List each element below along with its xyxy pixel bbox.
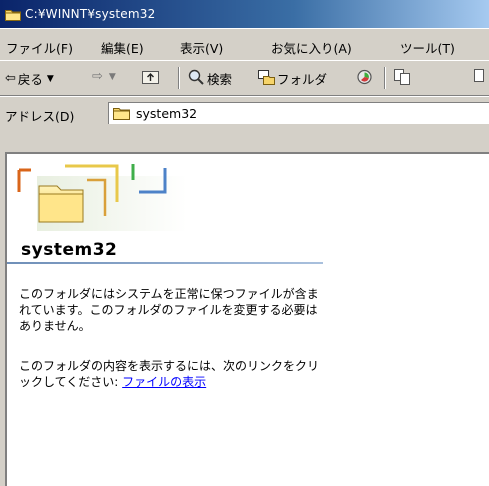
divider bbox=[7, 262, 323, 264]
window-title: C:¥WINNT¥system32 bbox=[25, 7, 156, 21]
history-icon bbox=[356, 69, 373, 88]
back-button[interactable]: ⇦ 戻る ▼ bbox=[5, 69, 54, 88]
up-button[interactable] bbox=[142, 69, 159, 87]
folders-button[interactable]: フォルダ bbox=[258, 69, 327, 88]
menu-favorites[interactable]: お気に入り(A) bbox=[271, 38, 352, 57]
toolbar: ⇦ 戻る ▼ ⇨ ▼ 検索 フォルダ bbox=[0, 60, 489, 96]
search-icon bbox=[188, 69, 205, 88]
menu-tools[interactable]: ツール(T) bbox=[400, 38, 455, 57]
menu-file[interactable]: ファイル(F) bbox=[6, 38, 73, 57]
search-button[interactable]: 検索 bbox=[188, 69, 232, 88]
forward-button[interactable]: ⇨ ▼ bbox=[92, 69, 116, 84]
copy-to-icon bbox=[474, 69, 484, 88]
back-label: 戻る bbox=[17, 72, 43, 87]
forward-arrow-icon: ⇨ bbox=[92, 69, 103, 84]
explorer-window: C:¥WINNT¥system32 ファイル(F) 編集(E) 表示(V) お気… bbox=[0, 0, 489, 486]
chevron-down-icon[interactable]: ▼ bbox=[109, 72, 116, 82]
folder-icon bbox=[113, 107, 130, 120]
copy-to-button[interactable] bbox=[474, 69, 484, 88]
toolbar-separator bbox=[384, 67, 386, 89]
panel-description: このフォルダにはシステムを正常に保つファイルが含まれています。このフォルダのファ… bbox=[19, 287, 319, 333]
menu-bar: ファイル(F) 編集(E) 表示(V) お気に入り(A) ツール(T) bbox=[0, 28, 489, 60]
folder-icon bbox=[17, 164, 187, 231]
up-folder-icon bbox=[142, 69, 159, 87]
panel-instructions: このフォルダの内容を表示するには、次のリンクをクリックしてください: ファイルの… bbox=[19, 358, 325, 390]
folders-label: フォルダ bbox=[277, 72, 328, 87]
menu-view[interactable]: 表示(V) bbox=[180, 38, 223, 57]
folder-icon bbox=[5, 8, 21, 21]
folders-icon bbox=[258, 69, 275, 88]
back-arrow-icon: ⇦ bbox=[5, 71, 16, 86]
move-to-button[interactable] bbox=[394, 69, 411, 88]
show-files-link[interactable]: ファイルの表示 bbox=[122, 375, 206, 389]
move-to-icon bbox=[394, 69, 411, 88]
address-bar: アドレス(D) system32 bbox=[0, 96, 489, 152]
address-value[interactable]: system32 bbox=[136, 106, 197, 121]
search-label: 検索 bbox=[207, 72, 233, 87]
title-bar[interactable]: C:¥WINNT¥system32 bbox=[0, 0, 489, 28]
address-label: アドレス(D) bbox=[5, 109, 75, 124]
panel-title: system32 bbox=[21, 240, 118, 260]
menu-edit[interactable]: 編集(E) bbox=[101, 38, 144, 57]
history-button[interactable] bbox=[356, 69, 373, 88]
address-field[interactable]: system32 bbox=[108, 102, 489, 124]
toolbar-separator bbox=[178, 67, 180, 89]
chevron-down-icon[interactable]: ▼ bbox=[47, 74, 54, 84]
folder-view: system32 このフォルダにはシステムを正常に保つファイルが含まれています。… bbox=[5, 152, 489, 486]
